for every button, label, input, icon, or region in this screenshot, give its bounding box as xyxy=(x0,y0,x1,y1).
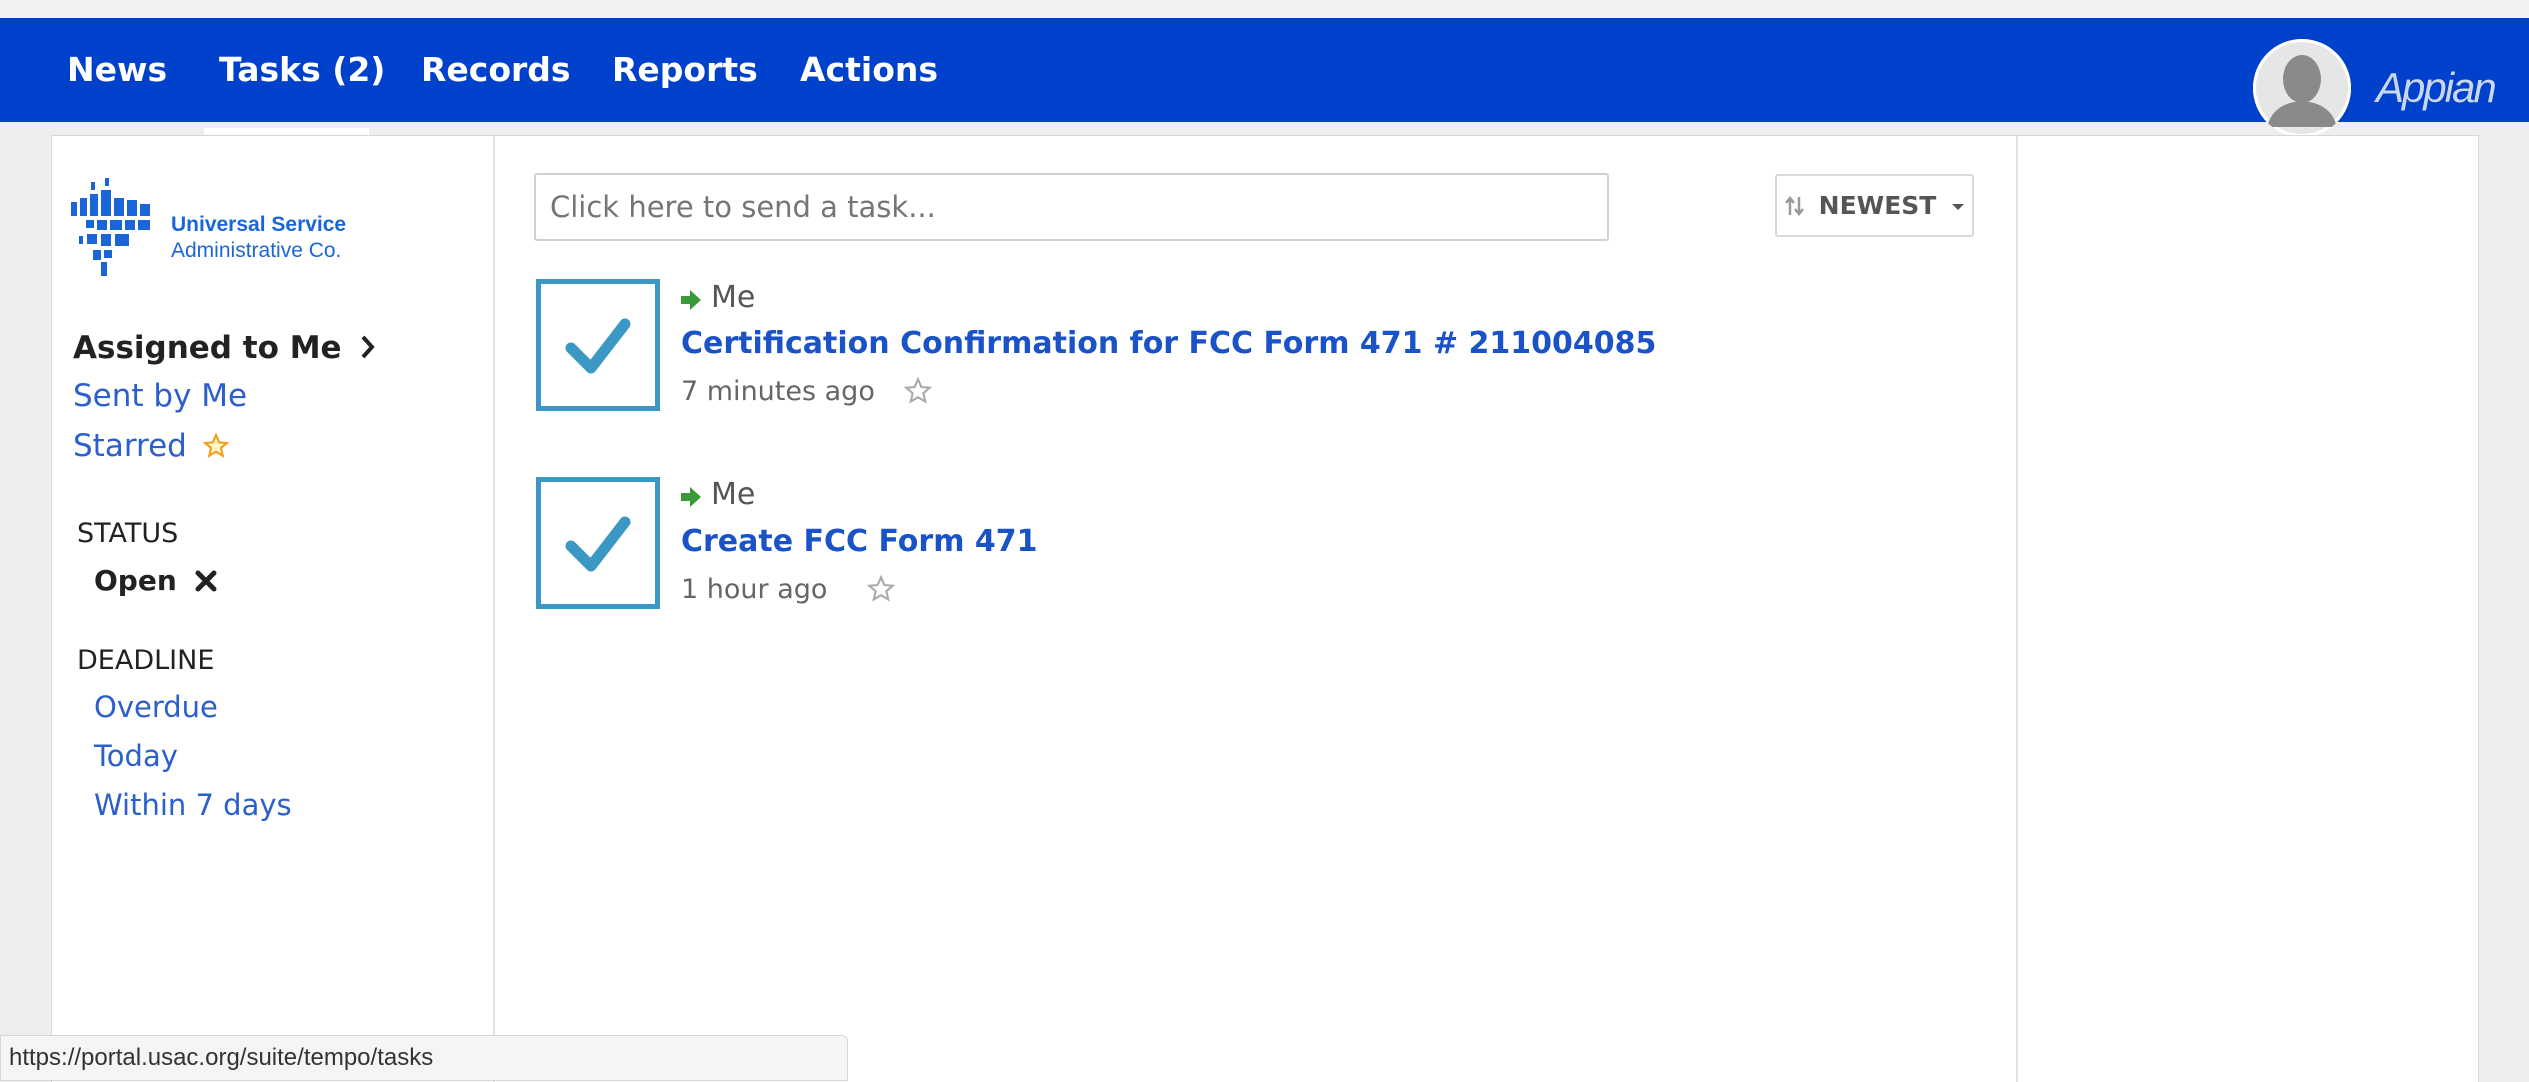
star-outline-icon[interactable] xyxy=(867,575,895,603)
deadline-within-7-days[interactable]: Within 7 days xyxy=(94,788,292,822)
sort-icon xyxy=(1784,195,1804,217)
star-icon xyxy=(202,432,230,458)
task-title-link[interactable]: Create FCC Form 471 xyxy=(681,524,1038,559)
task-checkmark-icon[interactable] xyxy=(536,477,660,609)
task-title-link[interactable]: Certification Confirmation for FCC Form … xyxy=(681,326,1656,361)
usac-logo-text: Universal Service Administrative Co. xyxy=(171,212,346,264)
right-column-divider xyxy=(2016,136,2018,1082)
tab-news[interactable]: News xyxy=(67,18,167,122)
caret-down-icon xyxy=(1952,204,1965,210)
tab-records[interactable]: Records xyxy=(421,18,571,122)
tab-reports[interactable]: Reports xyxy=(612,18,758,122)
checkmark-icon xyxy=(565,318,631,374)
sidebar-divider xyxy=(493,136,495,1082)
tab-actions[interactable]: Actions xyxy=(800,18,938,122)
user-silhouette-icon xyxy=(2253,39,2351,137)
sort-label: NEWEST xyxy=(1818,191,1937,220)
deadline-heading: DEADLINE xyxy=(77,645,215,676)
task-assignee[interactable]: Me xyxy=(711,477,755,512)
browser-top-strip xyxy=(0,0,2529,18)
top-navigation-bar: News Tasks (2) Records Reports Actions A… xyxy=(0,18,2529,137)
status-heading: STATUS xyxy=(77,518,179,549)
checkmark-icon xyxy=(565,516,631,572)
usac-logo[interactable]: Universal Service Administrative Co. xyxy=(71,176,391,286)
arrow-right-icon xyxy=(681,487,701,507)
status-filter-label: Open xyxy=(94,564,177,597)
task-checkmark-icon[interactable] xyxy=(536,279,660,411)
sort-newest-button[interactable]: NEWEST xyxy=(1775,174,1974,237)
send-task-input[interactable] xyxy=(534,173,1609,241)
user-avatar[interactable] xyxy=(2253,39,2351,137)
usac-mark-icon xyxy=(71,178,150,276)
sidebar-item-label: Assigned to Me xyxy=(73,330,342,366)
sidebar-item-starred[interactable]: Starred xyxy=(73,428,230,464)
task-timestamp: 1 hour ago xyxy=(681,574,828,605)
active-tab-indicator xyxy=(204,128,369,135)
task-assignee[interactable]: Me xyxy=(711,280,755,315)
deadline-today[interactable]: Today xyxy=(94,739,178,773)
close-icon[interactable] xyxy=(195,570,217,592)
chevron-right-icon xyxy=(361,335,376,359)
logo-line-2: Administrative Co. xyxy=(171,239,342,262)
tab-tasks[interactable]: Tasks (2) xyxy=(219,18,385,122)
star-outline-icon[interactable] xyxy=(904,377,932,405)
sidebar-item-sent-by-me[interactable]: Sent by Me xyxy=(73,378,247,414)
main-panel: Universal Service Administrative Co. Ass… xyxy=(51,135,2479,1082)
logo-line-1: Universal Service xyxy=(171,213,347,236)
browser-status-url: https://portal.usac.org/suite/tempo/task… xyxy=(0,1035,848,1081)
sidebar-item-assigned-to-me[interactable]: Assigned to Me xyxy=(73,330,376,366)
sidebar-item-label: Starred xyxy=(73,428,187,464)
arrow-right-icon xyxy=(681,290,701,310)
status-filter-open[interactable]: Open xyxy=(94,564,217,597)
appian-logo[interactable]: Appian xyxy=(2376,36,2497,140)
deadline-overdue[interactable]: Overdue xyxy=(94,690,218,724)
task-timestamp: 7 minutes ago xyxy=(681,376,875,407)
